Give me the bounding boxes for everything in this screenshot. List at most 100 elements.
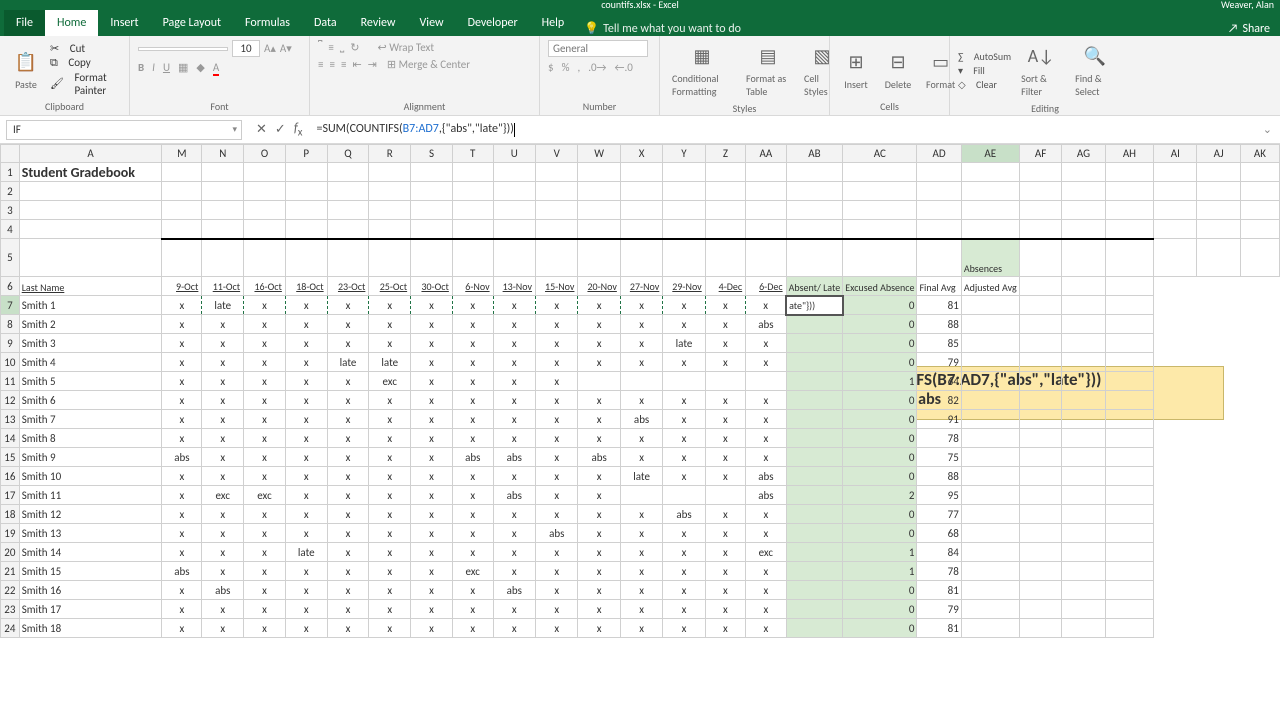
attendance-cell[interactable]: x (452, 296, 493, 315)
attendance-cell[interactable]: x (493, 543, 535, 562)
student-name[interactable]: Smith 17 (19, 600, 162, 619)
attendance-cell[interactable]: x (162, 315, 202, 334)
attendance-cell[interactable]: x (162, 296, 202, 315)
attendance-cell[interactable]: abs (493, 486, 535, 505)
attendance-cell[interactable]: x (411, 562, 453, 581)
title-cell[interactable]: Student Gradebook (19, 163, 162, 182)
currency-icon[interactable]: $ (548, 61, 554, 74)
attendance-cell[interactable]: x (578, 505, 620, 524)
attendance-cell[interactable]: x (285, 372, 327, 391)
attendance-cell[interactable]: x (411, 600, 453, 619)
attendance-cell[interactable]: x (746, 505, 786, 524)
col-header-Z[interactable]: Z (705, 145, 745, 163)
row-header-15[interactable]: 15 (1, 448, 20, 467)
student-name[interactable]: Smith 1 (19, 296, 162, 315)
merge-center-button[interactable]: ⊞ Merge & Center (387, 58, 470, 71)
absent-late-cell[interactable] (786, 448, 843, 467)
attendance-cell[interactable]: abs (493, 448, 535, 467)
excused-cell[interactable]: 0 (843, 619, 917, 638)
wrap-text-button[interactable]: ↩ Wrap Text (378, 41, 435, 54)
row-header-13[interactable]: 13 (1, 410, 20, 429)
adjusted-avg-header[interactable]: Adjusted Avg (961, 277, 1019, 296)
tab-developer[interactable]: Developer (456, 10, 530, 36)
attendance-cell[interactable]: x (327, 315, 369, 334)
attendance-cell[interactable]: x (327, 524, 369, 543)
align-left-icon[interactable]: ≡ (318, 58, 323, 71)
absent-late-cell[interactable] (786, 334, 843, 353)
attendance-cell[interactable]: x (202, 467, 244, 486)
attendance-cell[interactable]: x (746, 619, 786, 638)
excused-cell[interactable]: 0 (843, 448, 917, 467)
student-name[interactable]: Smith 6 (19, 391, 162, 410)
attendance-cell[interactable]: x (536, 391, 578, 410)
attendance-cell[interactable]: x (327, 467, 369, 486)
tab-page-layout[interactable]: Page Layout (151, 10, 233, 36)
autosum-button[interactable]: ∑ AutoSum (958, 50, 1011, 63)
attendance-cell[interactable]: x (369, 448, 411, 467)
date-header[interactable]: 30-Oct (411, 277, 453, 296)
attendance-cell[interactable]: x (411, 486, 453, 505)
attendance-cell[interactable]: late (202, 296, 244, 315)
underline-button[interactable]: U (163, 61, 170, 74)
attendance-cell[interactable]: x (285, 600, 327, 619)
student-name[interactable]: Smith 16 (19, 581, 162, 600)
attendance-cell[interactable]: late (663, 334, 705, 353)
final-avg-cell[interactable]: 79 (917, 353, 961, 372)
attendance-cell[interactable]: x (327, 619, 369, 638)
adjusted-avg-cell[interactable] (961, 296, 1019, 315)
attendance-cell[interactable]: x (327, 486, 369, 505)
attendance-cell[interactable]: x (578, 543, 620, 562)
attendance-cell[interactable]: x (578, 600, 620, 619)
decrease-indent-icon[interactable]: ⇤ (352, 58, 361, 71)
col-header-R[interactable]: R (369, 145, 411, 163)
attendance-cell[interactable]: late (620, 467, 662, 486)
attendance-cell[interactable]: x (493, 334, 535, 353)
col-header-AH[interactable]: AH (1105, 145, 1154, 163)
col-header-S[interactable]: S (411, 145, 453, 163)
attendance-cell[interactable]: x (493, 619, 535, 638)
attendance-cell[interactable]: x (452, 486, 493, 505)
col-header-AK[interactable]: AK (1240, 145, 1279, 163)
final-avg-cell[interactable]: 81 (917, 296, 961, 315)
attendance-cell[interactable]: x (202, 505, 244, 524)
excused-cell[interactable]: 1 (843, 372, 917, 391)
attendance-cell[interactable]: x (452, 619, 493, 638)
attendance-cell[interactable]: x (285, 581, 327, 600)
attendance-cell[interactable]: x (705, 524, 745, 543)
attendance-cell[interactable]: x (705, 505, 745, 524)
attendance-cell[interactable]: x (536, 448, 578, 467)
excused-cell[interactable]: 0 (843, 353, 917, 372)
attendance-cell[interactable]: x (285, 391, 327, 410)
final-avg-header[interactable]: Final Avg (917, 277, 961, 296)
final-avg-cell[interactable]: 78 (917, 429, 961, 448)
attendance-cell[interactable]: x (620, 296, 662, 315)
share-button[interactable]: ↗ Share (1228, 22, 1270, 36)
comma-icon[interactable]: , (577, 61, 580, 74)
attendance-cell[interactable]: x (493, 562, 535, 581)
attendance-cell[interactable]: x (578, 562, 620, 581)
italic-button[interactable]: I (152, 61, 155, 74)
insert-cells-button[interactable]: ⊞Insert (838, 46, 874, 93)
student-name[interactable]: Smith 15 (19, 562, 162, 581)
attendance-cell[interactable]: x (244, 296, 286, 315)
row-header-6[interactable]: 6 (1, 277, 20, 296)
date-header[interactable]: 11-Oct (202, 277, 244, 296)
attendance-cell[interactable]: x (620, 581, 662, 600)
attendance-cell[interactable]: x (705, 334, 745, 353)
format-painter-button[interactable]: 🖌 Format Painter (50, 71, 121, 97)
number-format-select[interactable]: General (548, 40, 648, 57)
attendance-cell[interactable]: x (578, 315, 620, 334)
attendance-cell[interactable]: x (663, 429, 705, 448)
attendance-cell[interactable]: x (244, 410, 286, 429)
attendance-cell[interactable]: x (411, 410, 453, 429)
col-header-T[interactable]: T (452, 145, 493, 163)
student-name[interactable]: Smith 9 (19, 448, 162, 467)
attendance-cell[interactable]: x (162, 600, 202, 619)
attendance-cell[interactable]: x (369, 334, 411, 353)
attendance-cell[interactable]: x (705, 562, 745, 581)
attendance-cell[interactable]: x (202, 315, 244, 334)
attendance-cell[interactable]: x (746, 296, 786, 315)
attendance-cell[interactable]: x (369, 486, 411, 505)
attendance-cell[interactable]: x (327, 581, 369, 600)
attendance-cell[interactable]: x (285, 334, 327, 353)
